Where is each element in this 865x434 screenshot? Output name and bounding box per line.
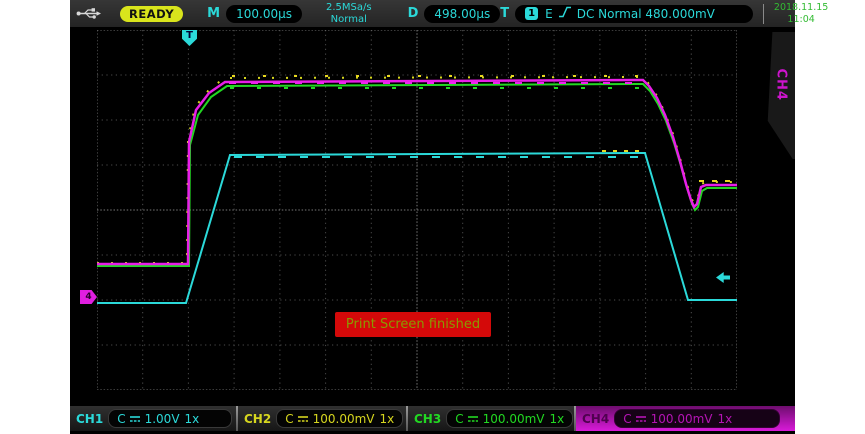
channel-scale: 1.00V xyxy=(145,412,180,426)
channel-label: CH3 xyxy=(414,412,441,426)
channel-settings-pill: C 100.00mV 1x xyxy=(446,409,573,428)
dc-coupling-icon xyxy=(129,414,141,424)
probe-attenuation: 1x xyxy=(717,412,732,426)
trigger-readout: 1 E DC Normal 480.000mV xyxy=(515,5,753,23)
trigger-edge-label: E xyxy=(545,7,553,21)
channel-status-ch4[interactable]: CH4 C 100.00mV 1x xyxy=(576,406,795,431)
trigger-label: T xyxy=(500,6,509,21)
dc-coupling-icon xyxy=(297,414,309,424)
probe-attenuation: 1x xyxy=(185,412,200,426)
delay-value: 498.00μs xyxy=(424,5,500,23)
dc-coupling-icon xyxy=(635,414,647,424)
side-tab-label: CH4 xyxy=(774,69,789,95)
channel-scale: 100.00mV xyxy=(313,412,375,426)
acquisition-mode: Normal xyxy=(331,14,367,25)
datetime-block: 2018.11.15 11:04 xyxy=(772,2,830,25)
channel-label: CH2 xyxy=(244,412,271,426)
probe-attenuation: 1x xyxy=(379,412,394,426)
coupling-label: C xyxy=(623,412,631,426)
channel-status-ch1[interactable]: CH1 C 1.00V 1x xyxy=(70,406,236,431)
coupling-label: C xyxy=(285,412,293,426)
coupling-label: C xyxy=(455,412,463,426)
timebase-value: 100.00μs xyxy=(226,5,302,23)
channel-scale: 100.00mV xyxy=(651,412,713,426)
sample-rate: 2.5MSa/s xyxy=(326,2,372,13)
usb-icon xyxy=(76,7,102,20)
status-bar: READY M 100.00μs 2.5MSa/s Normal D 498.0… xyxy=(70,0,795,27)
scope-screen: READY M 100.00μs 2.5MSa/s Normal D 498.0… xyxy=(70,0,795,434)
time: 11:04 xyxy=(787,14,814,25)
channel-label: CH4 xyxy=(582,412,609,426)
trigger-source-badge: 1 xyxy=(525,7,538,20)
popup-message: Print Screen finished xyxy=(335,312,491,337)
side-tab-ch4[interactable]: CH4 xyxy=(766,32,795,159)
channel-ground-marker[interactable]: 4 xyxy=(80,290,97,304)
channel-status-bar: CH1C1.00V1xCH2C100.00mV1xCH3C100.00mV1xC… xyxy=(70,406,795,431)
coupling-label: C xyxy=(117,412,125,426)
dc-coupling-icon xyxy=(467,414,479,424)
delay-label: D xyxy=(408,6,419,21)
date: 2018.11.15 xyxy=(774,2,828,13)
timebase-label: M xyxy=(207,6,220,21)
acquisition-status-badge: READY xyxy=(120,6,183,22)
oscilloscope-screenshot: READY M 100.00μs 2.5MSa/s Normal D 498.0… xyxy=(0,0,865,434)
separator xyxy=(763,4,764,24)
rising-edge-icon xyxy=(558,6,572,21)
channel-status-ch3[interactable]: CH3 C 100.00mV 1x xyxy=(408,406,574,431)
channel-settings-pill: C 100.00mV 1x xyxy=(276,409,403,428)
trigger-detail: DC Normal 480.000mV xyxy=(577,7,715,21)
channel-settings-pill: C 100.00mV 1x xyxy=(614,409,780,428)
channel-status-ch2[interactable]: CH2 C 100.00mV 1x xyxy=(238,406,406,431)
probe-attenuation: 1x xyxy=(549,412,564,426)
channel-label: CH1 xyxy=(76,412,103,426)
channel-settings-pill: C 1.00V 1x xyxy=(108,409,232,428)
sample-rate-block: 2.5MSa/s Normal xyxy=(326,2,372,25)
channel-scale: 100.00mV xyxy=(483,412,545,426)
